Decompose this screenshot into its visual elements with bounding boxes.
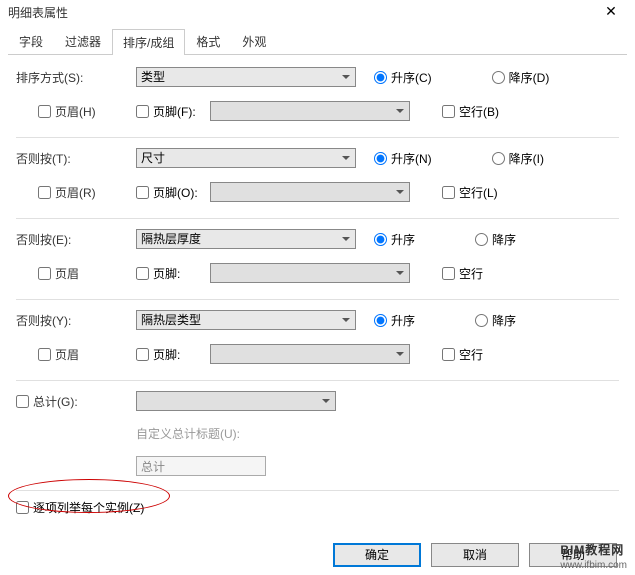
then-by-3-select[interactable]: 隔热层类型 [136,310,356,330]
blank-check-1[interactable]: 空行(L) [442,184,498,201]
then-by-1-select[interactable]: 尺寸 [136,148,356,168]
desc-radio-2[interactable]: 降序 [475,231,516,248]
header-check-0[interactable]: 页眉(H) [38,103,136,120]
desc-radio-3[interactable]: 降序 [475,312,516,329]
window-title: 明细表属性 [8,4,595,21]
grand-total-check[interactable]: 总计(G): [16,393,136,410]
footer-select-3 [210,344,410,364]
itemize-check[interactable]: 逐项列举每个实例(Z) [16,499,619,516]
header-check-2[interactable]: 页眉 [38,265,136,282]
footer-check-2[interactable]: 页脚: [136,265,206,282]
blank-check-0[interactable]: 空行(B) [442,103,499,120]
tab-fields[interactable]: 字段 [8,28,54,54]
footer-select-2 [210,263,410,283]
tab-filter[interactable]: 过滤器 [54,28,112,54]
tab-sort-group[interactable]: 排序/成组 [112,29,185,55]
footer-check-3[interactable]: 页脚: [136,346,206,363]
then-by-2-select[interactable]: 隔热层厚度 [136,229,356,249]
blank-check-3[interactable]: 空行 [442,346,483,363]
then-by-1-label: 否则按(T): [16,150,136,167]
tab-bar: 字段 过滤器 排序/成组 格式 外观 [8,28,627,55]
footer-check-1[interactable]: 页脚(O): [136,184,206,201]
sort-asc-radio[interactable]: 升序(C) [374,69,432,86]
header-check-3[interactable]: 页眉 [38,346,136,363]
asc-radio-2[interactable]: 升序 [374,231,415,248]
sort-by-label: 排序方式(S): [16,69,136,86]
header-check-1[interactable]: 页眉(R) [38,184,136,201]
asc-radio-3[interactable]: 升序 [374,312,415,329]
footer-select-1 [210,182,410,202]
sort-desc-radio[interactable]: 降序(D) [492,69,550,86]
footer-check-0[interactable]: 页脚(F): [136,103,206,120]
footer-select-0 [210,101,410,121]
custom-total-input[interactable] [136,456,266,476]
content: 排序方式(S): 类型 升序(C) 降序(D) 页眉(H) 页脚(F): 空行(… [0,55,635,476]
then-by-2-label: 否则按(E): [16,231,136,248]
then-by-3-label: 否则按(Y): [16,312,136,329]
help-button[interactable]: 帮助 [529,543,617,567]
close-icon[interactable]: ✕ [595,2,627,22]
asc-radio-1[interactable]: 升序(N) [374,150,432,167]
blank-check-2[interactable]: 空行 [442,265,483,282]
sort-by-select[interactable]: 类型 [136,67,356,87]
ok-button[interactable]: 确定 [333,543,421,567]
tab-appearance[interactable]: 外观 [231,28,277,54]
grand-total-select [136,391,336,411]
desc-radio-1[interactable]: 降序(I) [492,150,544,167]
custom-total-label: 自定义总计标题(U): [136,425,240,442]
tab-format[interactable]: 格式 [185,28,231,54]
cancel-button[interactable]: 取消 [431,543,519,567]
